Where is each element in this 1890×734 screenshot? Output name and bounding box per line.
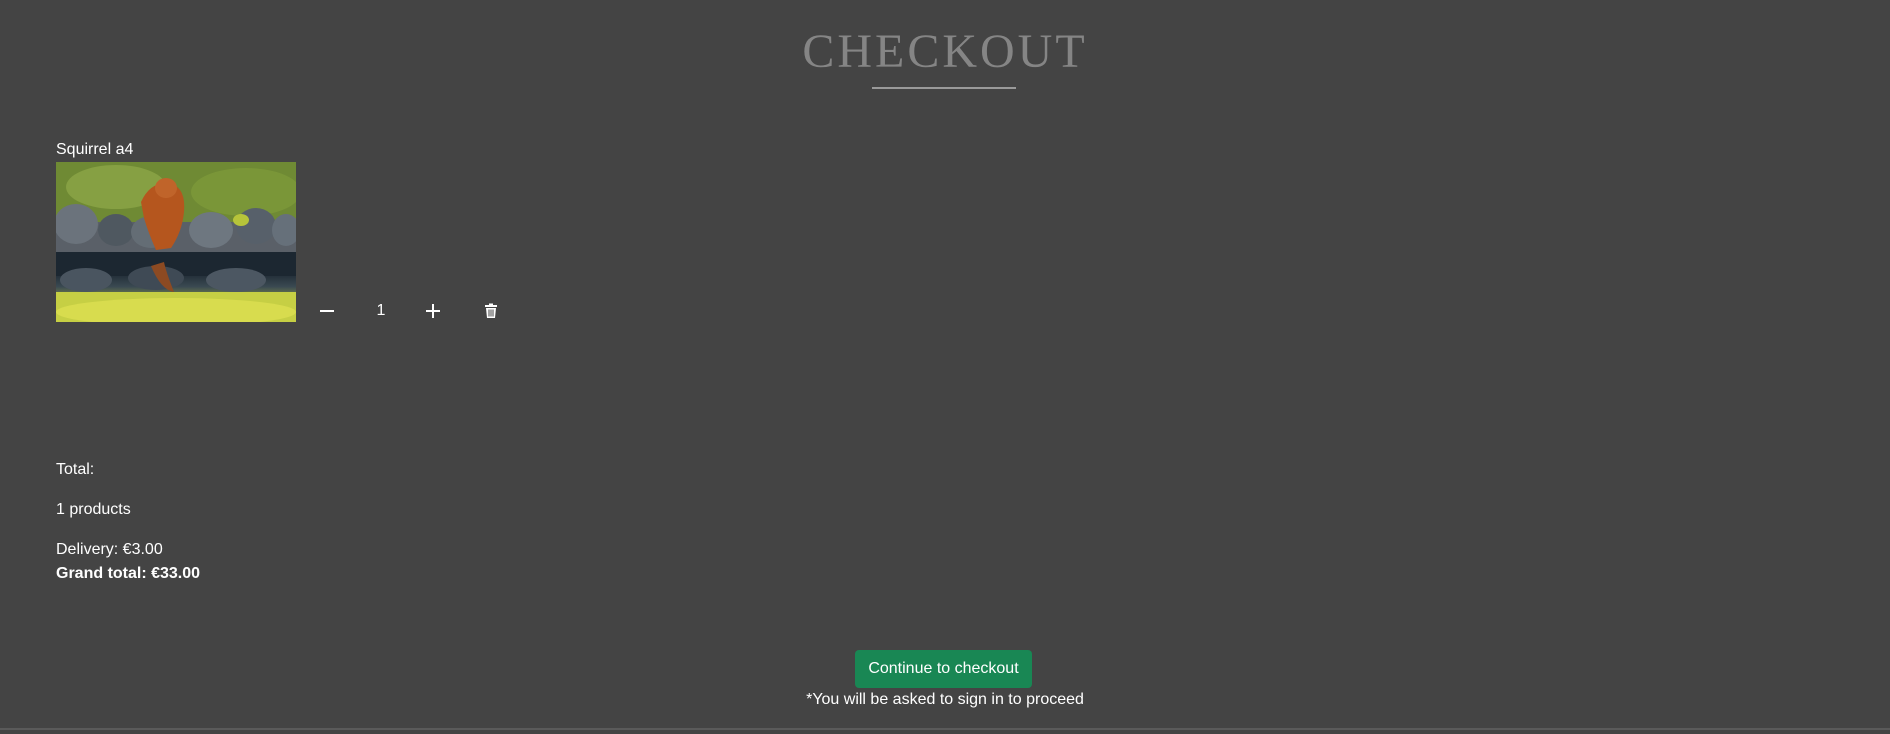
trash-icon bbox=[485, 303, 497, 318]
quantity-value[interactable]: 1 bbox=[354, 302, 408, 320]
signin-note: *You will be asked to sign in to proceed bbox=[806, 691, 1084, 708]
product-image bbox=[56, 162, 296, 322]
quantity-stepper: 1 bbox=[316, 296, 502, 326]
bottom-divider bbox=[0, 728, 1890, 730]
minus-icon bbox=[320, 310, 334, 312]
product-image-art bbox=[56, 162, 296, 322]
continue-to-checkout-button[interactable]: Continue to checkout bbox=[855, 650, 1032, 688]
grand-total: Grand total: €33.00 bbox=[56, 565, 201, 582]
increase-quantity-button[interactable] bbox=[422, 300, 444, 322]
total-label: Total: bbox=[56, 461, 95, 478]
product-name: Squirrel a4 bbox=[56, 141, 134, 158]
delivery-cost: Delivery: €3.00 bbox=[56, 541, 163, 558]
decrease-quantity-button[interactable] bbox=[316, 300, 338, 322]
title-underline bbox=[872, 87, 1016, 89]
page-title: CHECKOUT bbox=[802, 25, 1088, 78]
remove-item-button[interactable] bbox=[480, 300, 502, 322]
products-count: 1 products bbox=[56, 501, 131, 518]
plus-icon bbox=[426, 304, 440, 318]
